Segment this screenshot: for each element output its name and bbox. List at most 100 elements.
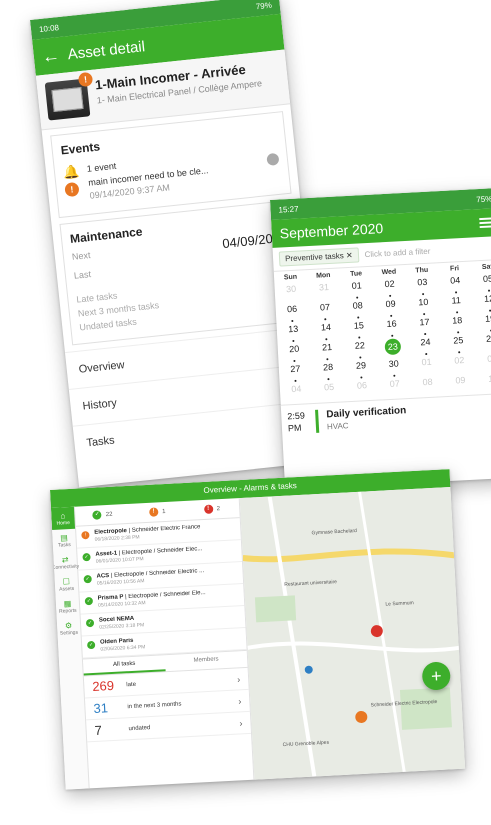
check-icon: ✓ — [86, 640, 96, 650]
calendar-day[interactable]: 23 — [376, 338, 410, 360]
calendar-day[interactable]: 07 — [308, 301, 342, 323]
chevron-right-icon: › — [239, 717, 243, 728]
rail-label: Connectivity — [51, 563, 80, 571]
calendar-day[interactable]: 06 — [345, 380, 379, 402]
calendar-day[interactable]: 04 — [280, 383, 314, 405]
calendar-day[interactable]: 30 — [274, 283, 308, 305]
calendar-day[interactable]: 26 — [474, 333, 491, 355]
calendar-day[interactable]: 01 — [410, 356, 444, 378]
filter-chip-label: Preventive tasks — [284, 251, 344, 264]
calendar-day[interactable]: 09 — [444, 374, 478, 396]
calendar-day[interactable]: 16 — [375, 318, 409, 340]
breaker-picture — [51, 87, 84, 113]
calendar-day[interactable]: 21 — [310, 341, 344, 363]
events-card[interactable]: Events 🔔! 1 event main incomer need to b… — [50, 111, 292, 218]
calendar-day[interactable]: 11 — [440, 295, 474, 317]
calendar-day[interactable]: 09 — [374, 298, 408, 320]
calendar-day[interactable]: 20 — [278, 343, 312, 365]
calendar-day[interactable]: 15 — [342, 320, 376, 342]
calendar-day[interactable]: 07 — [378, 378, 412, 400]
calendar-day[interactable]: 19 — [473, 313, 491, 335]
calendar-day[interactable]: 02 — [443, 354, 477, 376]
calendar-day[interactable]: 28 — [311, 361, 345, 383]
status-time: 10:08 — [38, 22, 60, 34]
calendar-day[interactable]: 17 — [408, 316, 442, 338]
calendar-day[interactable]: 25 — [442, 334, 476, 356]
alarm-name: ACS — [96, 573, 110, 580]
rail-icon: ▤ — [59, 532, 69, 543]
calendar-day[interactable]: 30 — [377, 358, 411, 380]
calendar-day[interactable]: 31 — [307, 281, 341, 303]
task-stat-label: in the next 3 months — [127, 700, 182, 710]
event-warning-icon: ! — [64, 181, 80, 198]
calendar-day[interactable]: 03 — [406, 276, 440, 298]
calendar-day[interactable]: 10 — [477, 373, 491, 395]
map-graphic: Gymnase Bachelard Restaurant universitai… — [239, 487, 466, 780]
rail-item-settings[interactable]: ⚙ Settings — [57, 617, 81, 640]
calendar-day[interactable]: 03 — [476, 353, 491, 375]
back-arrow-icon[interactable]: ← — [41, 45, 61, 67]
calendar-phone: 15:27 75% September 2020 Preventive task… — [270, 187, 491, 490]
page-title: Asset detail — [66, 37, 146, 63]
calendar-day[interactable]: 13 — [277, 323, 311, 345]
warning-icon: ! — [148, 507, 159, 517]
task-stats: 269 late › 31 in the next 3 months › 7 undated › — [83, 667, 252, 743]
last-label: Last — [73, 268, 92, 281]
warning-badge-icon: ! — [77, 71, 94, 88]
rail-item-home[interactable]: ⌂ Home — [50, 506, 76, 530]
check-icon: ✓ — [84, 596, 94, 606]
rail-label: Tasks — [57, 541, 71, 549]
calendar-day[interactable]: 18 — [441, 315, 475, 337]
calendar-day[interactable]: 08 — [411, 376, 445, 398]
alarm-count: 2 — [216, 505, 221, 512]
rail-item-assets[interactable]: ☐ Assets — [54, 573, 78, 596]
calendar-day[interactable]: 10 — [407, 296, 441, 318]
ok-counter[interactable]: ✓ 22 — [75, 504, 131, 526]
rail-icon: ⇄ — [61, 554, 69, 564]
alarm-date: 02/06/2020 6:34 PM — [100, 644, 146, 653]
warning-counter[interactable]: ! 1 — [130, 501, 186, 523]
task-category: HVAC — [326, 421, 349, 432]
check-icon: ✓ — [83, 574, 92, 584]
calendar-day[interactable]: 05 — [471, 273, 491, 295]
calendar-day[interactable]: 05 — [312, 381, 346, 403]
task-stat-count: 7 — [94, 722, 103, 738]
check-icon: ✓ — [85, 618, 95, 628]
menu-icon[interactable] — [479, 217, 491, 229]
calendar-day[interactable]: 02 — [373, 278, 407, 300]
collage: 10:08 79% ← Asset detail ! 1-Main Income… — [0, 0, 491, 825]
check-icon: ✓ — [82, 552, 91, 562]
calendar-day[interactable]: 22 — [343, 340, 377, 362]
filter-input[interactable]: Click to add a filter — [364, 247, 430, 259]
next-label: Next — [71, 249, 91, 262]
alarm-counter[interactable]: ! 2 — [184, 498, 240, 520]
maintenance-card[interactable]: Maintenance Next 04/09/2019 Last Late ta… — [59, 199, 305, 346]
calendar-day[interactable]: 14 — [309, 321, 343, 343]
chevron-right-icon: › — [238, 695, 242, 706]
rail-item-reports[interactable]: ▦ Reports — [56, 595, 80, 618]
asset-image: ! — [44, 71, 94, 121]
status-battery: 75% — [475, 193, 491, 204]
calendar-day[interactable]: 01 — [340, 280, 374, 302]
task-color-bar — [315, 409, 320, 434]
calendar-day[interactable]: 06 — [275, 303, 309, 325]
weekday-label: Sat — [481, 263, 491, 271]
calendar-day[interactable]: 27 — [279, 363, 313, 385]
calendar-day[interactable]: 12 — [472, 293, 491, 315]
warning-count: 1 — [161, 508, 166, 515]
rail-label: Settings — [59, 629, 79, 637]
rail-label: Assets — [59, 585, 75, 593]
calendar-day[interactable]: 04 — [439, 275, 473, 297]
filter-chip[interactable]: Preventive tasks ✕ — [278, 247, 360, 267]
map[interactable]: Gymnase Bachelard Restaurant universitai… — [239, 487, 466, 780]
overview-tablet: Overview - Alarms & tasks ⌂ Home ▤ Tasks ⇄ Co… — [50, 469, 466, 790]
close-icon[interactable]: ✕ — [346, 251, 353, 260]
rail-item-connectivity[interactable]: ⇄ Connectivity — [51, 551, 80, 574]
rail-label: Reports — [58, 607, 77, 615]
alarm-list: ! Electropole | Schneider Electric France… — [75, 518, 247, 659]
calendar-day[interactable]: 08 — [341, 300, 375, 322]
calendar-day[interactable]: 29 — [344, 360, 378, 382]
alarm-icon: ! — [203, 504, 213, 514]
calendar-day[interactable]: 24 — [409, 336, 443, 358]
rail-item-tasks[interactable]: ▤ Tasks — [52, 529, 76, 552]
